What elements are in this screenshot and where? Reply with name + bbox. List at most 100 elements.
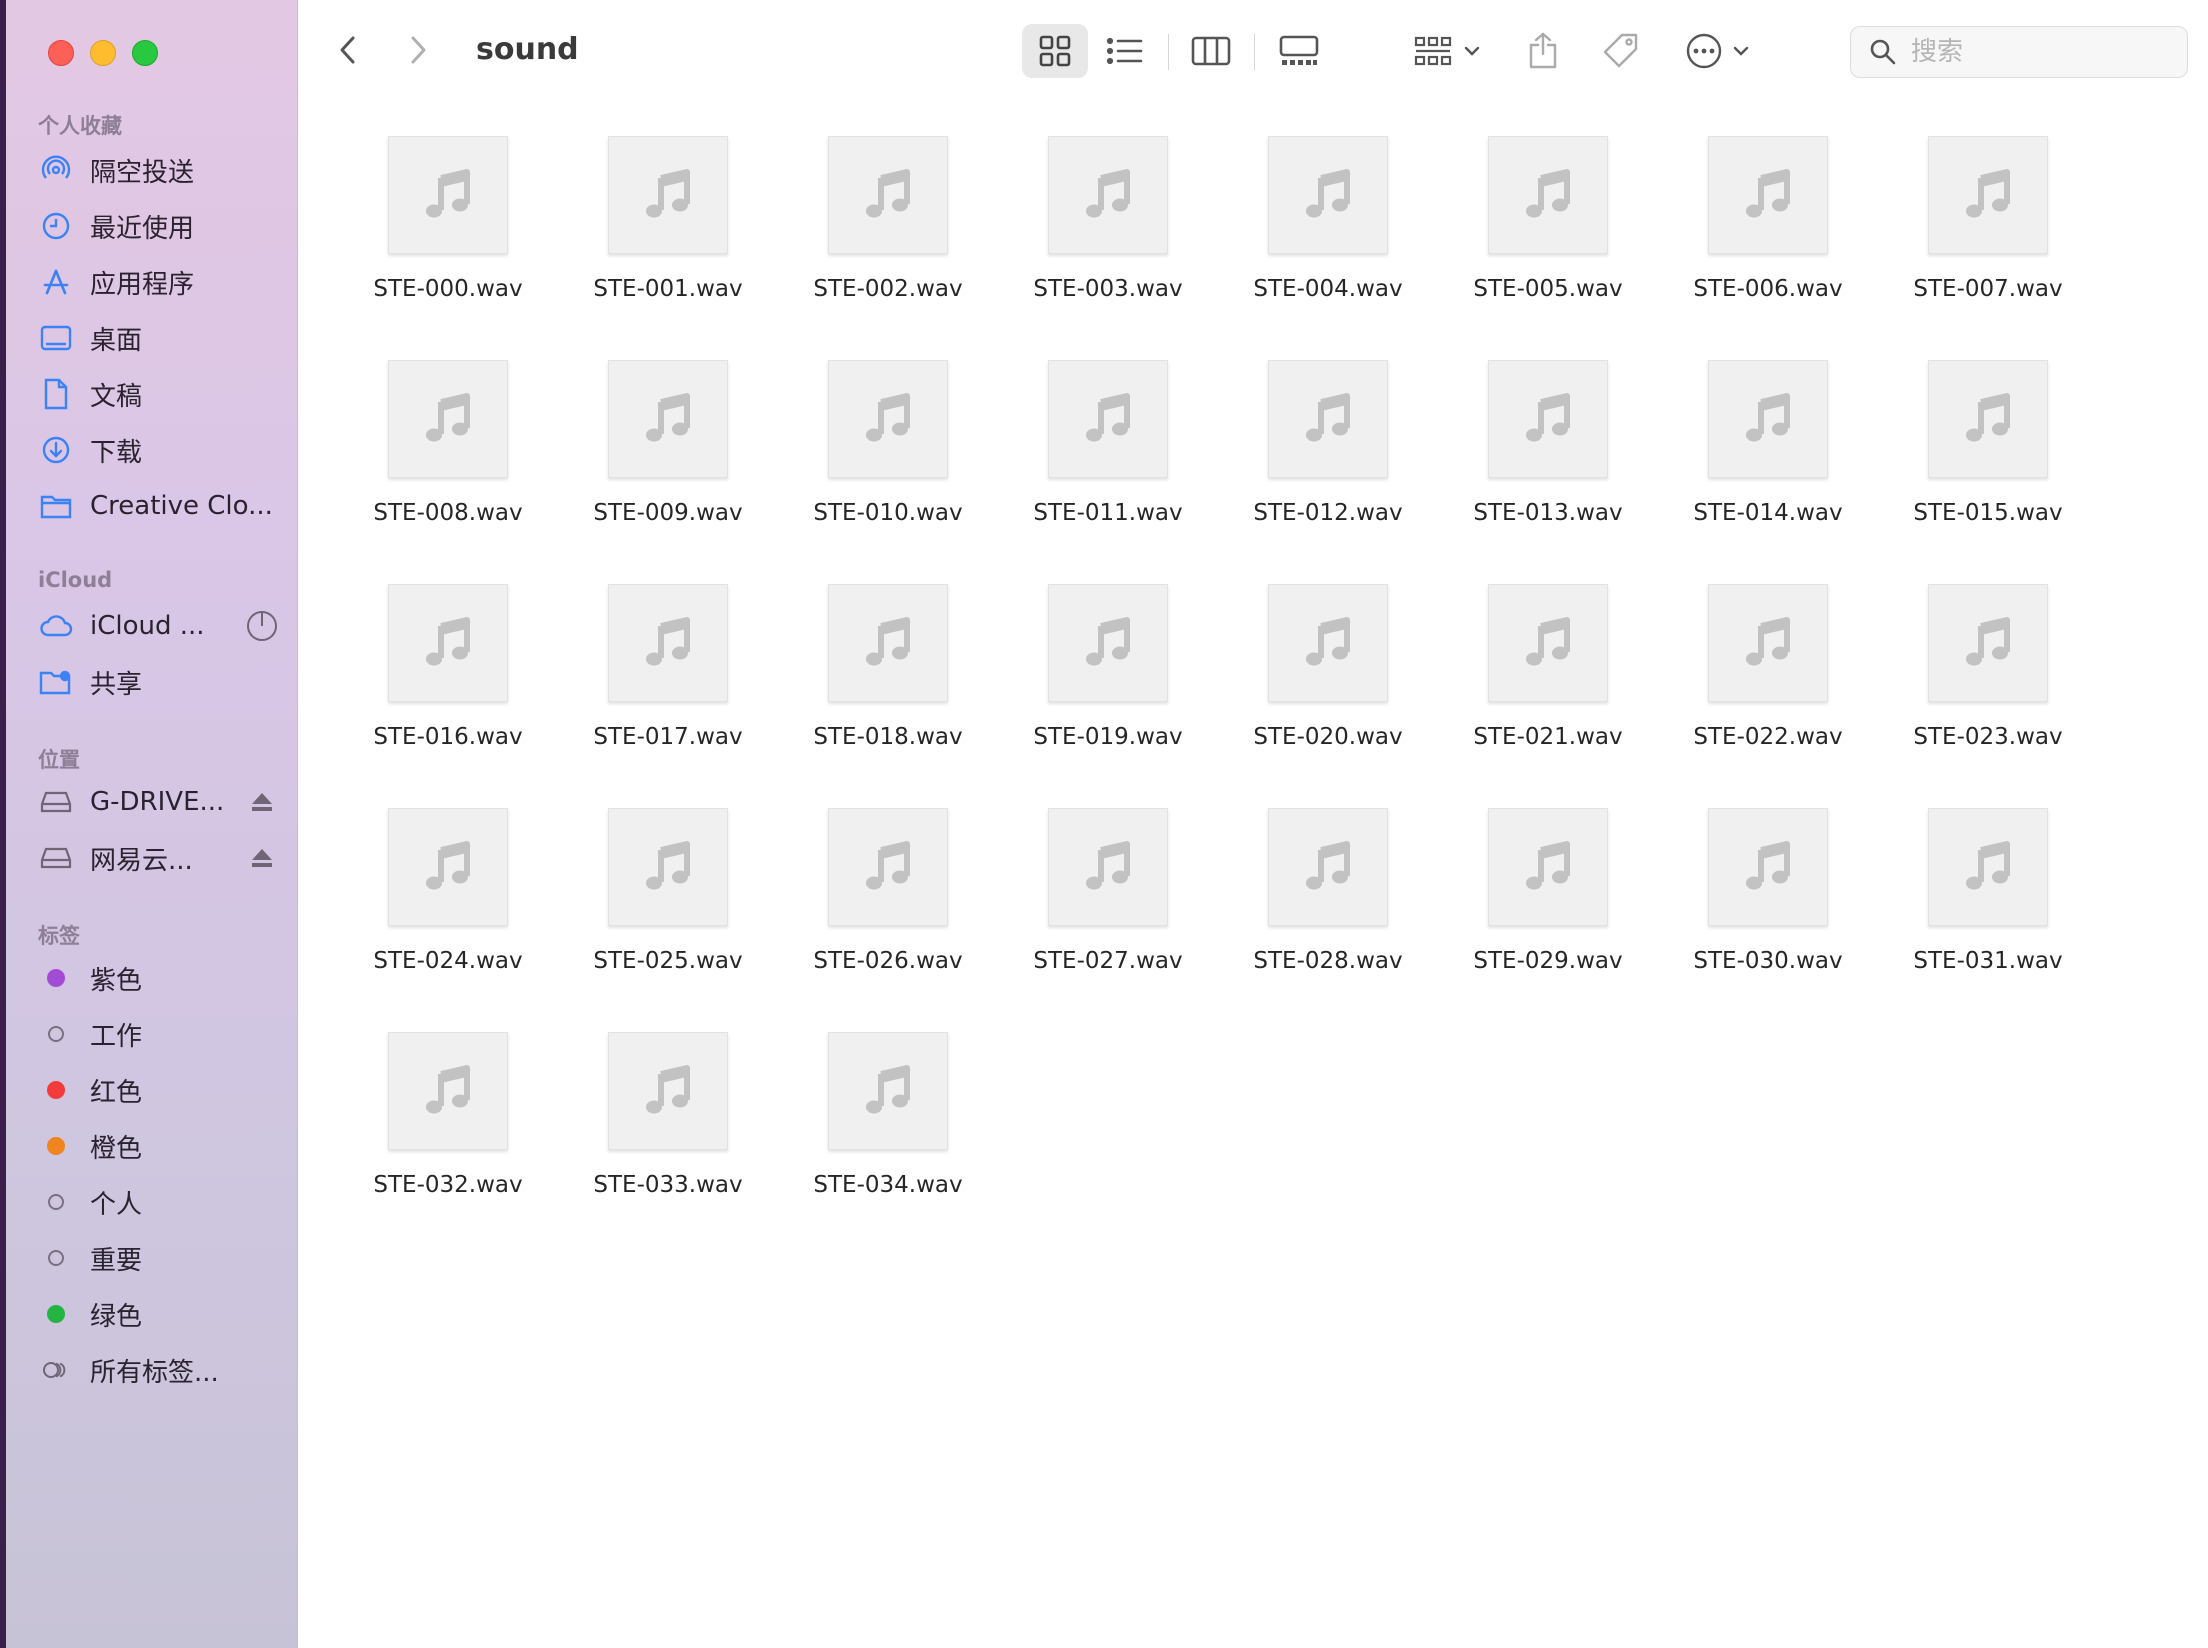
sidebar-item-icloud-drive[interactable]: iCloud ...	[38, 606, 278, 646]
file-item[interactable]: STE-005.wav	[1438, 130, 1658, 354]
sidebar-tag-important[interactable]: 重要	[38, 1238, 278, 1278]
music-note-icon	[646, 617, 690, 666]
file-item[interactable]: STE-014.wav	[1658, 354, 1878, 578]
sidebar-item-applications[interactable]: 应用程序	[38, 262, 278, 302]
file-item[interactable]: STE-031.wav	[1878, 802, 2098, 1026]
file-item[interactable]: STE-032.wav	[338, 1026, 558, 1250]
sidebar-item-desktop[interactable]: 桌面	[38, 318, 278, 358]
sidebar-item-documents[interactable]: 文稿	[38, 374, 278, 414]
file-item[interactable]: STE-029.wav	[1438, 802, 1658, 1026]
back-button[interactable]	[328, 30, 368, 70]
audio-file-icon	[1928, 136, 2048, 254]
file-name: STE-027.wav	[1033, 948, 1183, 974]
music-note-icon	[1086, 169, 1130, 218]
file-item[interactable]: STE-003.wav	[998, 130, 1218, 354]
file-item[interactable]: STE-004.wav	[1218, 130, 1438, 354]
audio-file-icon	[828, 360, 948, 478]
file-item[interactable]: STE-020.wav	[1218, 578, 1438, 802]
file-item[interactable]: STE-024.wav	[338, 802, 558, 1026]
sidebar-item-label: 隔空投送	[90, 157, 195, 188]
tag-button[interactable]	[1594, 24, 1648, 78]
sidebar-item-airdrop[interactable]: 隔空投送	[38, 150, 278, 190]
icon-view-button[interactable]	[1022, 24, 1088, 78]
sidebar-tag-orange[interactable]: 橙色	[38, 1126, 278, 1166]
forward-button[interactable]	[398, 30, 438, 70]
sidebar-tag-personal[interactable]: 个人	[38, 1182, 278, 1222]
file-item[interactable]: STE-007.wav	[1878, 130, 2098, 354]
music-note-icon	[866, 841, 910, 890]
music-note-icon	[1306, 841, 1350, 890]
file-item[interactable]: STE-010.wav	[778, 354, 998, 578]
sync-progress-icon	[246, 610, 278, 642]
file-item[interactable]: STE-006.wav	[1658, 130, 1878, 354]
sidebar-item-shared[interactable]: 共享	[38, 662, 278, 702]
file-item[interactable]: STE-017.wav	[558, 578, 778, 802]
file-item[interactable]: STE-022.wav	[1658, 578, 1878, 802]
close-button[interactable]	[48, 40, 74, 66]
sidebar-tag-purple[interactable]: 紫色	[38, 958, 278, 998]
share-button[interactable]	[1518, 24, 1568, 78]
sidebar-item-netease-drive[interactable]: 网易云...	[38, 838, 278, 878]
more-actions-button[interactable]	[1672, 24, 1762, 78]
music-note-icon	[1526, 169, 1570, 218]
sidebar-item-label: 绿色	[90, 1301, 143, 1332]
folder-icon	[38, 488, 74, 524]
audio-file-icon	[1708, 808, 1828, 926]
music-note-icon	[866, 1065, 910, 1114]
file-item[interactable]: STE-015.wav	[1878, 354, 2098, 578]
list-view-button[interactable]	[1092, 24, 1158, 78]
file-item[interactable]: STE-011.wav	[998, 354, 1218, 578]
sidebar-item-recents[interactable]: 最近使用	[38, 206, 278, 246]
tags-section-title: 标签	[38, 924, 80, 948]
group-by-button[interactable]	[1402, 24, 1492, 78]
zoom-button[interactable]	[132, 40, 158, 66]
eject-icon[interactable]	[246, 786, 278, 818]
file-item[interactable]: STE-000.wav	[338, 130, 558, 354]
audio-file-icon	[1708, 584, 1828, 702]
sidebar-item-g-drive[interactable]: G-DRIVE...	[38, 782, 278, 822]
file-item[interactable]: STE-026.wav	[778, 802, 998, 1026]
file-name: STE-033.wav	[593, 1172, 743, 1198]
search-field[interactable]	[1850, 26, 2188, 78]
file-item[interactable]: STE-034.wav	[778, 1026, 998, 1250]
audio-file-icon	[388, 584, 508, 702]
file-item[interactable]: STE-001.wav	[558, 130, 778, 354]
audio-file-icon	[1268, 584, 1388, 702]
music-note-icon	[866, 169, 910, 218]
file-item[interactable]: STE-018.wav	[778, 578, 998, 802]
sidebar-item-downloads[interactable]: 下载	[38, 430, 278, 470]
file-item[interactable]: STE-023.wav	[1878, 578, 2098, 802]
file-item[interactable]: STE-019.wav	[998, 578, 1218, 802]
file-item[interactable]: STE-016.wav	[338, 578, 558, 802]
column-view-button[interactable]	[1178, 24, 1244, 78]
sidebar-item-creative-cloud[interactable]: Creative Clo...	[38, 486, 278, 526]
gallery-view-button[interactable]	[1264, 24, 1334, 78]
sidebar-tag-red[interactable]: 红色	[38, 1070, 278, 1110]
file-item[interactable]: STE-013.wav	[1438, 354, 1658, 578]
search-input[interactable]	[1909, 36, 2163, 68]
file-name: STE-010.wav	[813, 500, 963, 526]
file-item[interactable]: STE-009.wav	[558, 354, 778, 578]
eject-icon[interactable]	[246, 842, 278, 874]
file-item[interactable]: STE-028.wav	[1218, 802, 1438, 1026]
file-item[interactable]: STE-030.wav	[1658, 802, 1878, 1026]
music-note-icon	[1526, 393, 1570, 442]
file-item[interactable]: STE-021.wav	[1438, 578, 1658, 802]
file-item[interactable]: STE-002.wav	[778, 130, 998, 354]
sidebar-tag-green[interactable]: 绿色	[38, 1294, 278, 1334]
audio-file-icon	[1048, 136, 1168, 254]
minimize-button[interactable]	[90, 40, 116, 66]
desktop-icon	[38, 320, 74, 356]
sidebar-tag-work[interactable]: 工作	[38, 1014, 278, 1054]
sidebar-tag-all[interactable]: 所有标签...	[38, 1350, 278, 1390]
file-item[interactable]: STE-033.wav	[558, 1026, 778, 1250]
folder-title: sound	[476, 32, 579, 67]
audio-file-icon	[1268, 360, 1388, 478]
tag-dot-icon	[38, 1240, 74, 1276]
file-item[interactable]: STE-025.wav	[558, 802, 778, 1026]
file-item[interactable]: STE-012.wav	[1218, 354, 1438, 578]
file-name: STE-017.wav	[593, 724, 743, 750]
file-item[interactable]: STE-008.wav	[338, 354, 558, 578]
file-item[interactable]: STE-027.wav	[998, 802, 1218, 1026]
sidebar-item-label: G-DRIVE...	[90, 787, 225, 817]
